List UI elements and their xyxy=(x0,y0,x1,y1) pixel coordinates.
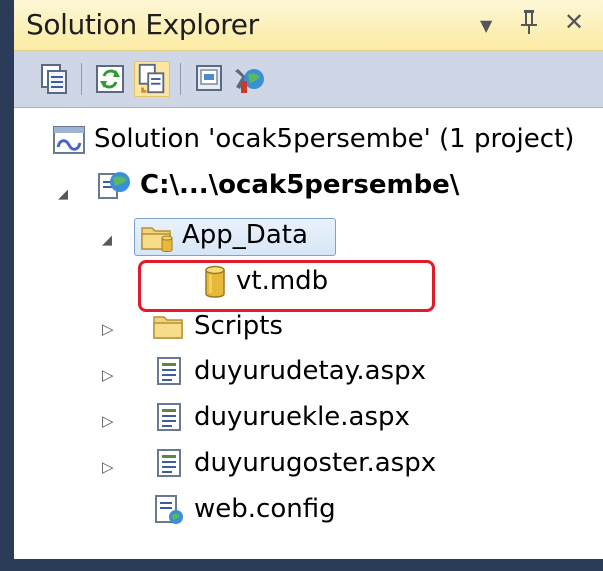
app-data-folder-icon xyxy=(140,222,174,256)
panel-titlebar: Solution Explorer ▼ ✕ xyxy=(14,0,603,51)
file-expander-icon[interactable]: ▷ xyxy=(102,458,114,476)
solution-explorer-panel: Solution Explorer ▼ ✕ Solution 'ocak5per… xyxy=(14,0,603,559)
file-expander-icon[interactable]: ▷ xyxy=(102,366,114,384)
show-all-files-icon xyxy=(138,63,165,94)
aspx-file-icon xyxy=(156,402,182,436)
window-frame-bottom xyxy=(0,559,603,571)
view-designer-icon xyxy=(196,65,222,91)
pin-icon[interactable] xyxy=(519,8,539,42)
properties-button[interactable] xyxy=(36,61,72,97)
window-frame-left xyxy=(0,0,14,571)
aspx-file-icon xyxy=(156,356,182,390)
aspx-file-icon xyxy=(156,448,182,482)
file-node[interactable]: duyuruekle.aspx xyxy=(194,402,410,432)
view-designer-button[interactable] xyxy=(192,61,228,97)
refresh-button[interactable] xyxy=(92,61,128,97)
show-all-files-button[interactable] xyxy=(134,61,170,97)
aspnet-configuration-button[interactable] xyxy=(232,61,268,97)
panel-toolbar xyxy=(14,51,603,108)
properties-icon xyxy=(41,64,67,94)
panel-title: Solution Explorer xyxy=(26,8,259,41)
aspnet-configuration-icon xyxy=(235,69,264,93)
solution-tree: Solution 'ocak5persembe' (1 project) ◢ C… xyxy=(14,108,603,559)
database-icon xyxy=(204,265,226,303)
file-node[interactable]: duyurudetay.aspx xyxy=(194,356,426,386)
toolbar-separator xyxy=(180,63,181,95)
app-data-expander-icon[interactable]: ◢ xyxy=(102,233,112,248)
scripts-folder-icon xyxy=(152,313,184,345)
config-file-icon xyxy=(154,494,184,530)
app-data-node[interactable]: App_Data xyxy=(182,220,308,250)
solution-icon xyxy=(52,125,88,161)
solution-node[interactable]: Solution 'ocak5persembe' (1 project) xyxy=(94,124,574,154)
refresh-icon xyxy=(96,65,124,93)
window-position-dropdown-icon[interactable]: ▼ xyxy=(480,16,492,35)
web-config-node[interactable]: web.config xyxy=(194,494,336,524)
toolbar-separator xyxy=(81,63,82,95)
file-node[interactable]: duyurugoster.aspx xyxy=(194,448,436,478)
close-icon[interactable]: ✕ xyxy=(564,8,584,36)
project-expander-icon[interactable]: ◢ xyxy=(58,187,68,202)
scripts-node[interactable]: Scripts xyxy=(194,311,283,341)
vt-mdb-node[interactable]: vt.mdb xyxy=(236,266,328,296)
project-node[interactable]: C:\...\ocak5persembe\ xyxy=(140,170,459,200)
scripts-expander-icon[interactable]: ▷ xyxy=(102,320,114,338)
website-project-icon xyxy=(96,168,132,208)
file-expander-icon[interactable]: ▷ xyxy=(102,412,114,430)
